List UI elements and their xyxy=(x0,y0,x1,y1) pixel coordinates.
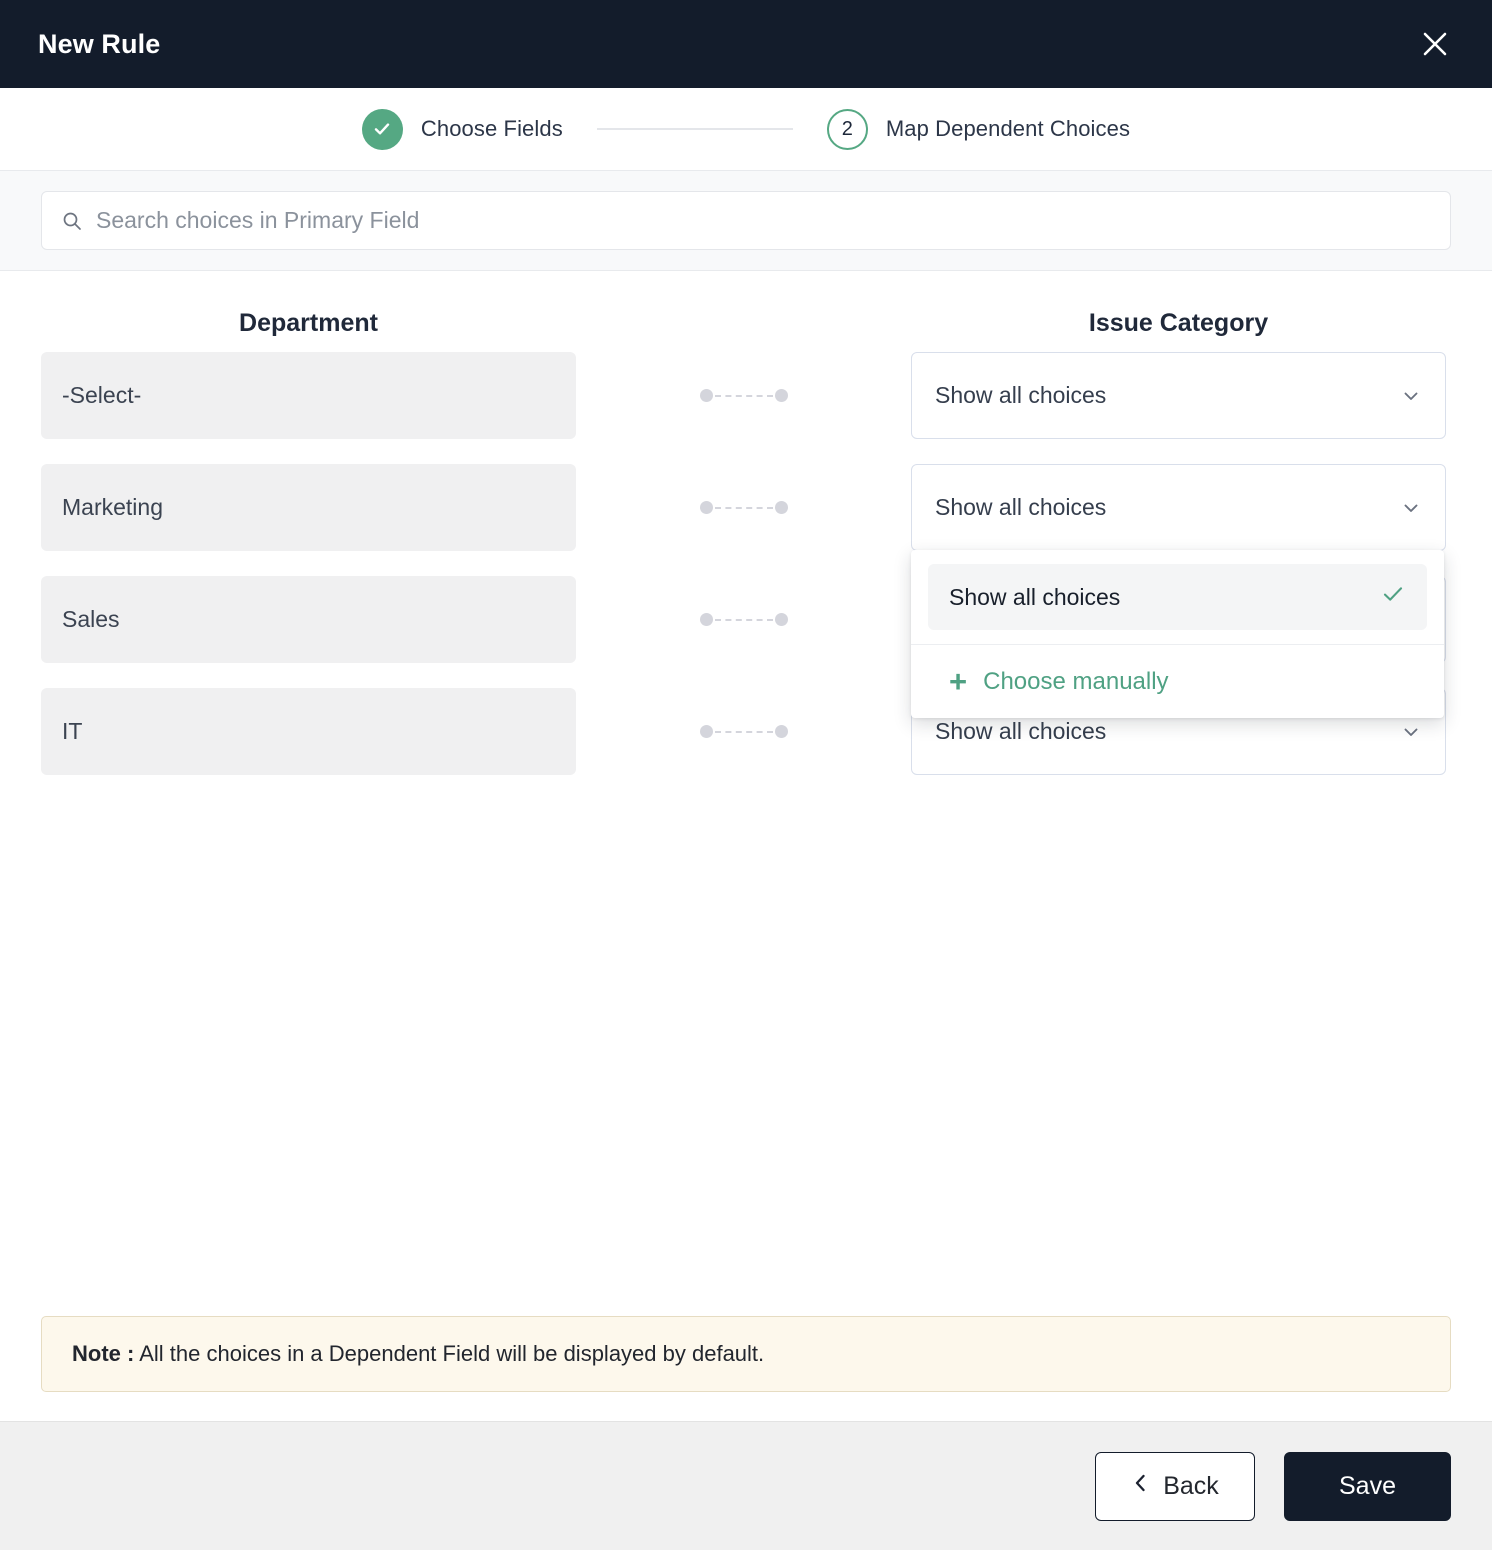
dependent-choice-dropdown[interactable]: Show all choices xyxy=(911,464,1446,551)
chevron-left-icon xyxy=(1131,1472,1149,1501)
dependent-choice-cell: Show all choices xyxy=(911,352,1446,439)
step-2-number: 2 xyxy=(841,118,853,140)
mapping-body: Department Issue Category -Select- Show … xyxy=(0,271,1492,1421)
wizard-stepper: Choose Fields 2 Map Dependent Choices xyxy=(0,88,1492,171)
search-icon xyxy=(62,211,82,231)
connector-dot-left xyxy=(699,501,713,514)
mapping-rows: -Select- Show all choices Marketing Show… xyxy=(41,352,1451,775)
back-button[interactable]: Back xyxy=(1095,1451,1255,1521)
dropdown-option-label: Show all choices xyxy=(949,583,1121,610)
chevron-down-icon xyxy=(1400,497,1422,519)
row-connector xyxy=(576,352,911,439)
note-container: Note : All the choices in a Dependent Fi… xyxy=(41,1316,1451,1392)
connector-dot-right xyxy=(774,725,788,738)
table-row: -Select- Show all choices xyxy=(41,352,1451,439)
connector-dot-right xyxy=(774,613,788,626)
dependent-choice-value: Show all choices xyxy=(935,382,1107,408)
dependent-choice-value: Show all choices xyxy=(935,494,1107,520)
dropdown-action-label: Choose manually xyxy=(983,667,1169,695)
note-banner: Note : All the choices in a Dependent Fi… xyxy=(41,1316,1451,1392)
check-icon xyxy=(1380,581,1406,613)
modal-footer: Back Save xyxy=(0,1421,1492,1550)
dependent-choice-value: Show all choices xyxy=(935,718,1107,744)
dependent-choice-dropdown-menu: Show all choices + Choose manually xyxy=(911,550,1444,718)
dependent-choice-cell: Show all choices Show all choices + Choo… xyxy=(911,464,1446,718)
step-2-indicator: 2 xyxy=(826,108,868,150)
primary-choice-cell: -Select- xyxy=(41,352,576,439)
stepper-connector-line xyxy=(596,128,793,130)
primary-choice-cell: Marketing xyxy=(41,464,576,551)
step-map-dependent-choices[interactable]: 2 Map Dependent Choices xyxy=(826,108,1131,150)
check-icon xyxy=(375,123,390,135)
search-input[interactable] xyxy=(96,207,1430,234)
step-1-indicator xyxy=(361,108,403,150)
dropdown-options-section: Show all choices xyxy=(911,550,1444,644)
step-1-label: Choose Fields xyxy=(420,116,563,141)
dropdown-choose-manually-action[interactable]: + Choose manually xyxy=(911,645,1444,718)
connector-dashed-line xyxy=(714,394,773,397)
column-headers: Department Issue Category xyxy=(41,271,1451,352)
connector-dot-left xyxy=(699,725,713,738)
note-text: All the choices in a Dependent Field wil… xyxy=(134,1341,765,1366)
dependent-choice-dropdown[interactable]: Show all choices xyxy=(911,352,1446,439)
save-button[interactable]: Save xyxy=(1284,1451,1451,1521)
chevron-down-icon xyxy=(1400,721,1422,743)
step-choose-fields[interactable]: Choose Fields xyxy=(361,108,563,150)
step-2-label: Map Dependent Choices xyxy=(885,116,1131,141)
connector-dot-left xyxy=(699,389,713,402)
primary-column-header: Department xyxy=(239,309,378,337)
modal-titlebar: New Rule xyxy=(0,0,1492,88)
connector-dashed-line xyxy=(714,730,773,733)
plus-icon: + xyxy=(949,664,968,699)
page-title: New Rule xyxy=(38,28,161,59)
chevron-down-icon xyxy=(1400,385,1422,407)
connector-dashed-line xyxy=(714,506,773,509)
new-rule-modal: New Rule Choose Fields 2 Map Dependent C… xyxy=(0,0,1492,1550)
connector-dot-right xyxy=(774,501,788,514)
connector-dashed-line xyxy=(714,618,773,621)
note-prefix: Note : xyxy=(72,1341,135,1366)
table-row: Marketing Show all choices Show all choi… xyxy=(41,464,1451,718)
search-box[interactable] xyxy=(41,191,1451,250)
row-connector xyxy=(576,688,911,775)
dropdown-option-show-all-choices[interactable]: Show all choices xyxy=(928,564,1427,630)
row-connector xyxy=(576,576,911,663)
back-button-label: Back xyxy=(1163,1471,1219,1500)
column-header-spacer xyxy=(576,309,911,338)
primary-choice-cell: Sales xyxy=(41,576,576,663)
connector-dot-left xyxy=(699,613,713,626)
connector-dot-right xyxy=(774,389,788,402)
primary-choice-cell: IT xyxy=(41,688,576,775)
search-area xyxy=(0,171,1492,271)
dependent-column-header: Issue Category xyxy=(1088,309,1269,337)
save-button-label: Save xyxy=(1339,1471,1396,1500)
close-icon[interactable] xyxy=(1412,21,1458,67)
row-connector xyxy=(576,464,911,551)
